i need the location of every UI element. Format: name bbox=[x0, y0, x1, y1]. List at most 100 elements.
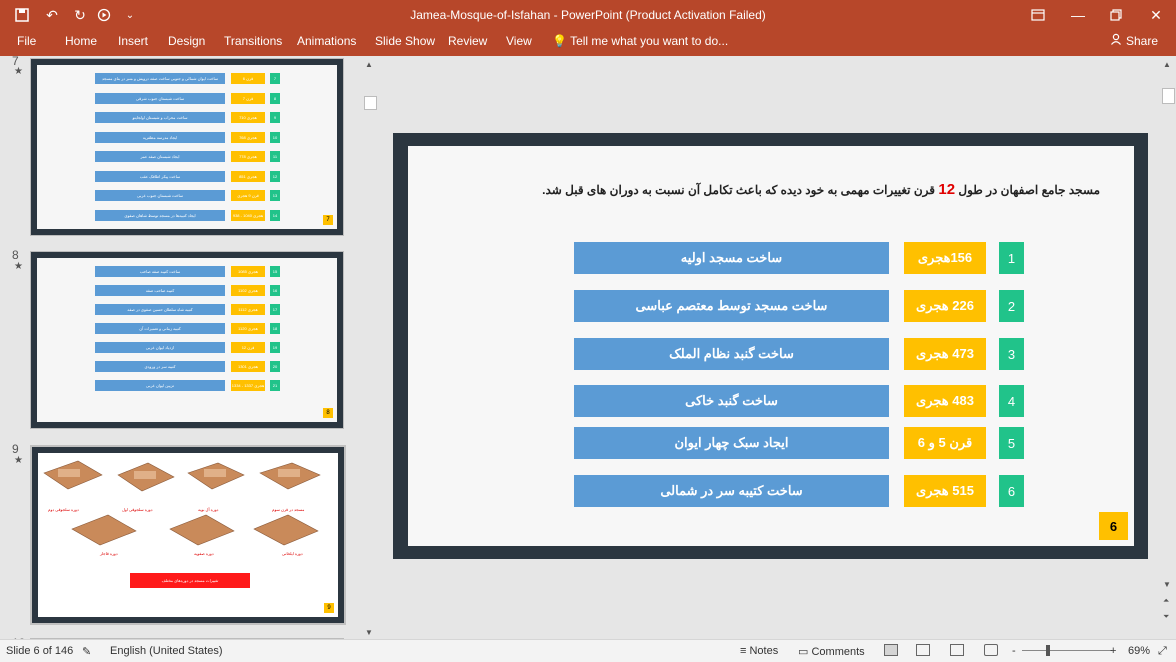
thumb-row: ساخت کتیبه صفه صاحب 1085 هجری 15 bbox=[37, 266, 337, 277]
thumb-row-event: ایجاد شبستان صفه عمر bbox=[95, 151, 225, 162]
fit-slide-icon[interactable]: ⤢ bbox=[1158, 645, 1167, 658]
tab-animations[interactable]: Animations bbox=[297, 34, 356, 48]
scroll-up-icon[interactable]: ▲ bbox=[1163, 60, 1171, 69]
thumb-row-era: 1085 هجری bbox=[231, 266, 265, 277]
thumb-row: ازدیاد ایوان غربی قرن 12 19 bbox=[37, 342, 337, 353]
notes-button[interactable]: ≡ Notes bbox=[740, 645, 778, 657]
thumb-row-event: کتیبه زمانی و تعمیرات آن bbox=[95, 323, 225, 334]
timeline-era[interactable]: قرن 5 و 6 bbox=[904, 427, 986, 459]
thumb-row: ساخت شبستان جنوب غربی قرن 9 هجری 13 bbox=[37, 190, 337, 201]
timeline-era[interactable]: 515 هجری bbox=[904, 475, 986, 507]
zoom-level[interactable]: 69% bbox=[1128, 645, 1150, 657]
tell-me-search[interactable]: 💡 Tell me what you want to do... bbox=[552, 34, 728, 48]
slideshow-view-icon[interactable] bbox=[984, 644, 998, 656]
thumb-row-number: 11 bbox=[270, 151, 280, 162]
thumb-row-number: 13 bbox=[270, 190, 280, 201]
slide-title[interactable]: مسجد جامع اصفهان در طول 12 قرن تغییرات م… bbox=[480, 181, 1100, 198]
timeline-number[interactable]: 5 bbox=[999, 427, 1024, 459]
thumb-row-event: ساخت پیکر اطاقک عقب bbox=[95, 170, 225, 182]
thumb-caption: دوره آل بویه bbox=[198, 507, 219, 512]
thumb-row-event: ازدیاد ایوان غربی bbox=[95, 342, 225, 353]
tab-view[interactable]: View bbox=[506, 34, 532, 48]
thumb-row-number: 10 bbox=[270, 131, 280, 143]
scroll-down-icon[interactable]: ▼ bbox=[365, 628, 373, 637]
timeline-number[interactable]: 3 bbox=[999, 338, 1024, 370]
thumb-caption: دوره سلجوقی دوم bbox=[48, 507, 79, 512]
thumb-row-number: 19 bbox=[270, 342, 280, 353]
zoom-out-button[interactable]: - bbox=[1012, 645, 1016, 657]
thumb-row-number: 7 bbox=[270, 73, 280, 84]
thumb-row-era: 1102 هجری bbox=[231, 285, 265, 296]
timeline-event[interactable]: ساخت مسجد اولیه bbox=[574, 242, 889, 274]
timeline-number[interactable]: 6 bbox=[999, 475, 1024, 507]
timeline-era[interactable]: 226 هجری bbox=[904, 290, 986, 322]
normal-view-icon[interactable] bbox=[884, 644, 898, 656]
tab-design[interactable]: Design bbox=[168, 34, 205, 48]
thumb-row: ساخت پیکر اطاقک عقب 851 هجری 12 bbox=[37, 170, 337, 182]
thumb-row-era: 778 هجری bbox=[231, 151, 265, 162]
scroll-up-icon[interactable]: ▲ bbox=[365, 60, 373, 69]
thumb-row-number: 14 bbox=[270, 209, 280, 221]
timeline-era[interactable]: 473 هجری bbox=[904, 338, 986, 370]
thumb-row-era: قرن 6 bbox=[231, 73, 265, 84]
scroll-down-icon[interactable]: ▼ bbox=[1163, 580, 1171, 589]
tab-file[interactable]: File bbox=[17, 34, 36, 48]
reading-view-icon[interactable] bbox=[950, 644, 964, 656]
spelling-icon[interactable]: ✎ bbox=[82, 645, 91, 658]
title-bar: ↶ ↻ ⌄ Jamea-Mosque-of-Isfahan - PowerPoi… bbox=[0, 0, 1176, 30]
notes-icon: ≡ bbox=[740, 645, 747, 657]
timeline-number[interactable]: 1 bbox=[999, 242, 1024, 274]
editor-scrollbar[interactable]: ▲ ▼ ⏶ ⏷ bbox=[1160, 56, 1176, 639]
thumb-row-number: 8 bbox=[270, 92, 280, 104]
tab-home[interactable]: Home bbox=[65, 34, 97, 48]
zoom-slider-track[interactable] bbox=[1022, 650, 1112, 651]
slide-counter: Slide 6 of 146 bbox=[6, 645, 74, 657]
thumb-row-event: کتیبه شاه سلطان حسین صفوی در صفه bbox=[95, 304, 225, 315]
timeline-number[interactable]: 4 bbox=[999, 385, 1024, 417]
tab-transitions[interactable]: Transitions bbox=[224, 34, 282, 48]
thumb-row-era: 1334 - 1337 هجری bbox=[231, 380, 265, 391]
thumbnail-slide-8[interactable]: ساخت کتیبه صفه صاحب 1085 هجری 15 کتیبه صاحب… bbox=[30, 251, 344, 429]
timeline-number[interactable]: 2 bbox=[999, 290, 1024, 322]
thumb-row: کتیبه سر در ورودی 1301 هجری 20 bbox=[37, 361, 337, 372]
current-slide[interactable]: مسجد جامع اصفهان در طول 12 قرن تغییرات م… bbox=[393, 133, 1148, 559]
timeline-event[interactable]: ساخت مسجد توسط معتصم عباسی bbox=[574, 290, 889, 322]
timeline-event[interactable]: ساخت کتیبه سر در شمالی bbox=[574, 475, 889, 507]
close-icon[interactable]: ✕ bbox=[1146, 5, 1166, 25]
thumb-row-event: تزیین ایوان غربی bbox=[95, 380, 225, 391]
title-number: 12 bbox=[938, 181, 956, 198]
ribbon-display-icon[interactable] bbox=[1028, 5, 1048, 25]
slide-sorter-icon[interactable] bbox=[916, 644, 930, 656]
slide-thumbnail-panel[interactable]: 7 ★ ساخت ایوان شمالی و جنوبی ساخت صفه در… bbox=[0, 56, 362, 639]
tab-slide-show[interactable]: Slide Show bbox=[375, 34, 435, 48]
previous-slide-icon[interactable]: ⏶ bbox=[1163, 596, 1169, 606]
timeline-event[interactable]: ساخت گنبد خاکی bbox=[574, 385, 889, 417]
thumb-caption: دوره صفویه bbox=[194, 551, 214, 556]
share-button[interactable]: Share bbox=[1110, 33, 1158, 48]
thumb-row: ایجاد مدرسه مظفریه 768 هجری 10 bbox=[37, 131, 337, 143]
comments-button[interactable]: ▭ Comments bbox=[798, 645, 865, 658]
zoom-slider-thumb[interactable] bbox=[1046, 645, 1050, 656]
scrollbar-thumb[interactable] bbox=[364, 96, 377, 110]
thumbnail-scrollbar[interactable]: ▲ ▼ bbox=[362, 56, 378, 639]
thumbnail-slide-7[interactable]: ساخت ایوان شمالی و جنوبی ساخت صفه درویش … bbox=[30, 58, 344, 236]
timeline-era[interactable]: 483 هجری bbox=[904, 385, 986, 417]
thumb-row: کتیبه صاحب صفه 1102 هجری 16 bbox=[37, 285, 337, 296]
tab-insert[interactable]: Insert bbox=[118, 34, 148, 48]
timeline-event[interactable]: ایجاد سبک چهار ایوان bbox=[574, 427, 889, 459]
thumbnail-slide-9[interactable]: مسجد در قرن سوم دوره آل بویه دوره سلجوقی… bbox=[30, 445, 346, 625]
next-slide-icon[interactable]: ⏷ bbox=[1163, 612, 1169, 622]
timeline-era[interactable]: 156هجری bbox=[904, 242, 986, 274]
minimize-icon[interactable]: — bbox=[1068, 5, 1088, 25]
thumb-row-event: کتیبه صاحب صفه bbox=[95, 285, 225, 296]
thumb-row-era: 938 - 1040 هجری bbox=[231, 209, 265, 221]
tab-review[interactable]: Review bbox=[448, 34, 487, 48]
timeline-event[interactable]: ساخت گنبد نظام الملک bbox=[574, 338, 889, 370]
language-indicator[interactable]: English (United States) bbox=[110, 645, 223, 657]
slide-page-badge[interactable]: 6 bbox=[1099, 512, 1128, 540]
scrollbar-thumb[interactable] bbox=[1162, 88, 1175, 104]
notes-label: Notes bbox=[749, 645, 779, 657]
zoom-in-button[interactable]: + bbox=[1110, 645, 1116, 657]
restore-icon[interactable] bbox=[1106, 5, 1126, 25]
thumb-row-era: 851 هجری bbox=[231, 170, 265, 182]
